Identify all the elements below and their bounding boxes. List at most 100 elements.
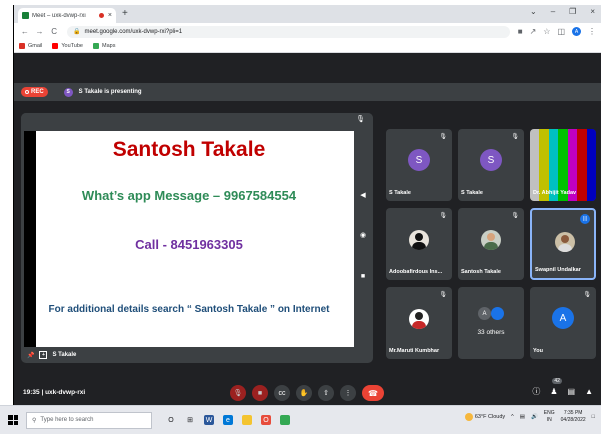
participant-name: Mr.Maruti Kumbhar (389, 348, 440, 354)
participant-tile[interactable]: 🎙 Santosh Takale (458, 208, 524, 280)
lock-icon: 🔒 (73, 29, 81, 35)
present-icon: + (39, 351, 48, 359)
bookmark-maps[interactable]: Maps (93, 43, 115, 49)
meet-bottom-bar: 19:35 | uxk-dvwp-rxi 🎙 ■ cc ✋ ⇧ ⋮ ☎ ⓘ 42… (14, 378, 601, 407)
avatar-photo (491, 307, 504, 320)
participant-photo (409, 309, 429, 329)
camera-indicator-icon[interactable]: ■ (518, 27, 523, 36)
participant-tile[interactable]: Dr. Abhijit Yadav (530, 129, 596, 201)
side-panel-icon[interactable]: ◫ (557, 27, 565, 36)
cortana-icon[interactable]: O (166, 415, 176, 425)
chat-icon[interactable]: ▤ (568, 387, 576, 396)
record-icon (25, 90, 29, 94)
new-tab-button[interactable]: + (122, 8, 128, 19)
windows-taskbar: ⚲ Type here to search O ⊞ W e O 63°F Clo… (0, 405, 601, 434)
participant-tile[interactable]: 🎙 S S Takale (386, 129, 452, 201)
self-tile[interactable]: 🎙 A You (530, 287, 596, 359)
taskbar-clock[interactable]: 7:35 PM 04/28/2022 (561, 410, 586, 424)
volume-icon[interactable]: 🔊 (531, 414, 538, 420)
more-options-button[interactable]: ⋮ (340, 385, 356, 401)
stage-header: 🎙 (21, 113, 373, 127)
browser-window: Meet – uxk-dvwp-rxi × + ⌄ – ❐ × ← → C 🔒 … (13, 5, 601, 434)
recording-badge: REC (21, 87, 48, 97)
lang-top: ENG (543, 410, 555, 416)
meeting-time-code: 19:35 | uxk-dvwp-rxi (23, 389, 85, 396)
stop-icon[interactable]: ■ (357, 273, 369, 280)
restore-button[interactable]: ❐ (569, 7, 576, 16)
people-count-badge: 42 (552, 378, 562, 384)
presentation-stage[interactable]: 🎙 Santosh Takale What’s app Message – 99… (21, 113, 373, 363)
participant-name: You (533, 348, 543, 354)
file-explorer-icon[interactable] (242, 415, 252, 425)
bookmark-star-icon[interactable]: ☆ (543, 27, 550, 36)
presenting-text: S Takale is presenting (78, 89, 142, 95)
tray-chevron-icon[interactable]: ^ (511, 414, 514, 420)
windows-start-icon[interactable] (8, 415, 18, 425)
participant-name: S Takale (389, 190, 411, 196)
raise-hand-button[interactable]: ✋ (296, 385, 312, 401)
pin-icon[interactable]: 📌 (27, 352, 34, 359)
participant-name: Swapnil Undalkar (535, 267, 581, 273)
mic-off-icon: 🎙 (439, 134, 447, 140)
rec-label: REC (31, 89, 44, 95)
word-icon[interactable]: W (204, 415, 214, 425)
close-window-button[interactable]: × (590, 7, 595, 16)
minimize-button[interactable]: – (551, 7, 555, 16)
weather-text: 63°F Cloudy (474, 414, 506, 420)
people-button[interactable]: 42 ♟ (550, 378, 562, 396)
meet-favicon-icon (22, 12, 29, 19)
mic-off-icon: 🎙 (583, 292, 591, 298)
share-icon[interactable]: ↗ (530, 27, 537, 36)
menu-kebab-icon[interactable]: ⋮ (588, 27, 596, 36)
edge-icon[interactable]: e (223, 415, 233, 425)
recording-indicator-icon (98, 13, 104, 18)
participant-tile[interactable]: 🎙 Mr.Maruti Kumbhar (386, 287, 452, 359)
profile-avatar[interactable]: A (572, 27, 582, 36)
bookmark-label: YouTube (61, 43, 83, 49)
participant-tile[interactable]: 🎙 Adoobafirdous Ins... (386, 208, 452, 280)
forward-icon[interactable]: → (34, 27, 46, 36)
bookmark-gmail[interactable]: Gmail (19, 43, 42, 49)
slide-info: For additional details search “ Santosh … (48, 304, 330, 315)
task-view-icon[interactable]: ⊞ (185, 415, 195, 425)
meeting-time: 19:35 (23, 389, 40, 396)
bookmark-youtube[interactable]: YouTube (52, 43, 83, 49)
clock-date: 04/28/2022 (560, 417, 586, 423)
captions-button[interactable]: cc (274, 385, 290, 401)
back-icon[interactable]: ← (19, 27, 31, 36)
prev-arrow-icon[interactable]: ◀ (357, 191, 369, 199)
meet-content: REC S S Takale is presenting 🎙 Santosh T… (14, 53, 601, 434)
participant-tile[interactable]: 🎙 S S Takale (458, 129, 524, 201)
dot-icon[interactable]: ◉ (357, 231, 369, 239)
reload-icon[interactable]: C (48, 27, 60, 36)
others-tile[interactable]: A 33 others (458, 287, 524, 359)
address-bar[interactable]: 🔒 meet.google.com/uxk-dvwp-rxi?pli=1 (67, 25, 510, 38)
maps-icon (93, 43, 99, 49)
people-icon: ♟ (550, 387, 558, 396)
window-controls: ⌄ – ❐ × (530, 7, 595, 16)
notification-icon[interactable]: □ (592, 414, 595, 420)
tab-meet[interactable]: Meet – uxk-dvwp-rxi × (18, 8, 116, 23)
avatar: A (552, 307, 574, 329)
camera-toggle-button[interactable]: ■ (252, 385, 268, 401)
stage-presenter-name: S Takale (52, 352, 77, 358)
leave-call-button[interactable]: ☎ (362, 385, 384, 401)
tab-search-button[interactable]: ⌄ (530, 7, 537, 16)
chrome-icon[interactable] (280, 415, 290, 425)
participant-name: Santosh Takale (461, 269, 501, 275)
activities-icon[interactable]: ▲ (585, 387, 593, 396)
participant-tile-speaking[interactable]: ||| Swapnil Undalkar (530, 208, 596, 280)
taskbar-search[interactable]: ⚲ Type here to search (26, 411, 152, 429)
mic-toggle-button[interactable]: 🎙 (230, 385, 246, 401)
bookmark-label: Maps (102, 43, 116, 49)
present-button[interactable]: ⇧ (318, 385, 334, 401)
mic-off-icon: 🎙 (511, 213, 519, 219)
language-indicator[interactable]: ENG IN (544, 410, 555, 424)
info-icon[interactable]: ⓘ (532, 386, 540, 397)
network-icon[interactable]: ▤ (520, 414, 525, 420)
system-tray: 63°F Cloudy ^ ▤ 🔊 ENG IN 7:35 PM 04/28/2… (464, 410, 595, 424)
weather-widget[interactable]: 63°F Cloudy (464, 413, 506, 421)
tab-close-icon[interactable]: × (108, 12, 112, 19)
mic-off-icon: 🎙 (439, 292, 447, 298)
office-icon[interactable]: O (261, 415, 271, 425)
